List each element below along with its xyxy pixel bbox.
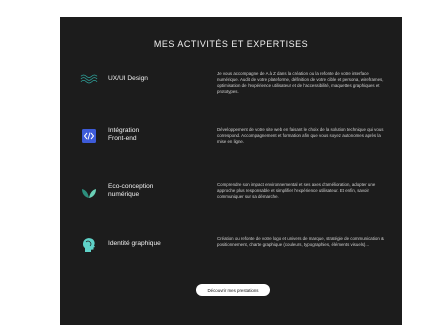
code-brackets-icon bbox=[80, 127, 98, 145]
head-profile-icon bbox=[80, 236, 98, 254]
services-panel: MES ACTIVITÉS ET EXPERTISES UX/UI Design… bbox=[60, 17, 402, 325]
service-description-identite-graphique: Création ou refonte de votre logo et uni… bbox=[217, 236, 384, 247]
section-title: MES ACTIVITÉS ET EXPERTISES bbox=[153, 39, 309, 49]
service-label-identite-graphique: Identité graphique bbox=[108, 240, 161, 247]
leaf-icon bbox=[80, 184, 98, 202]
service-description-front-end: Développement de votre site web en faisa… bbox=[217, 127, 384, 144]
service-label-front-end: Intégration Front-end bbox=[108, 127, 140, 142]
service-description-ux-ui: Je vous accompagne de A à Z dans la créa… bbox=[217, 71, 384, 94]
service-description-eco-conception: Comprendre son impact environnemental et… bbox=[217, 182, 376, 199]
service-label-ux-ui: UX/UI Design bbox=[108, 75, 148, 82]
discover-services-button[interactable]: Découvrir mes prestations bbox=[196, 284, 270, 296]
wave-lines-icon bbox=[80, 70, 98, 88]
service-label-eco-conception: Eco-conception numérique bbox=[108, 183, 154, 198]
